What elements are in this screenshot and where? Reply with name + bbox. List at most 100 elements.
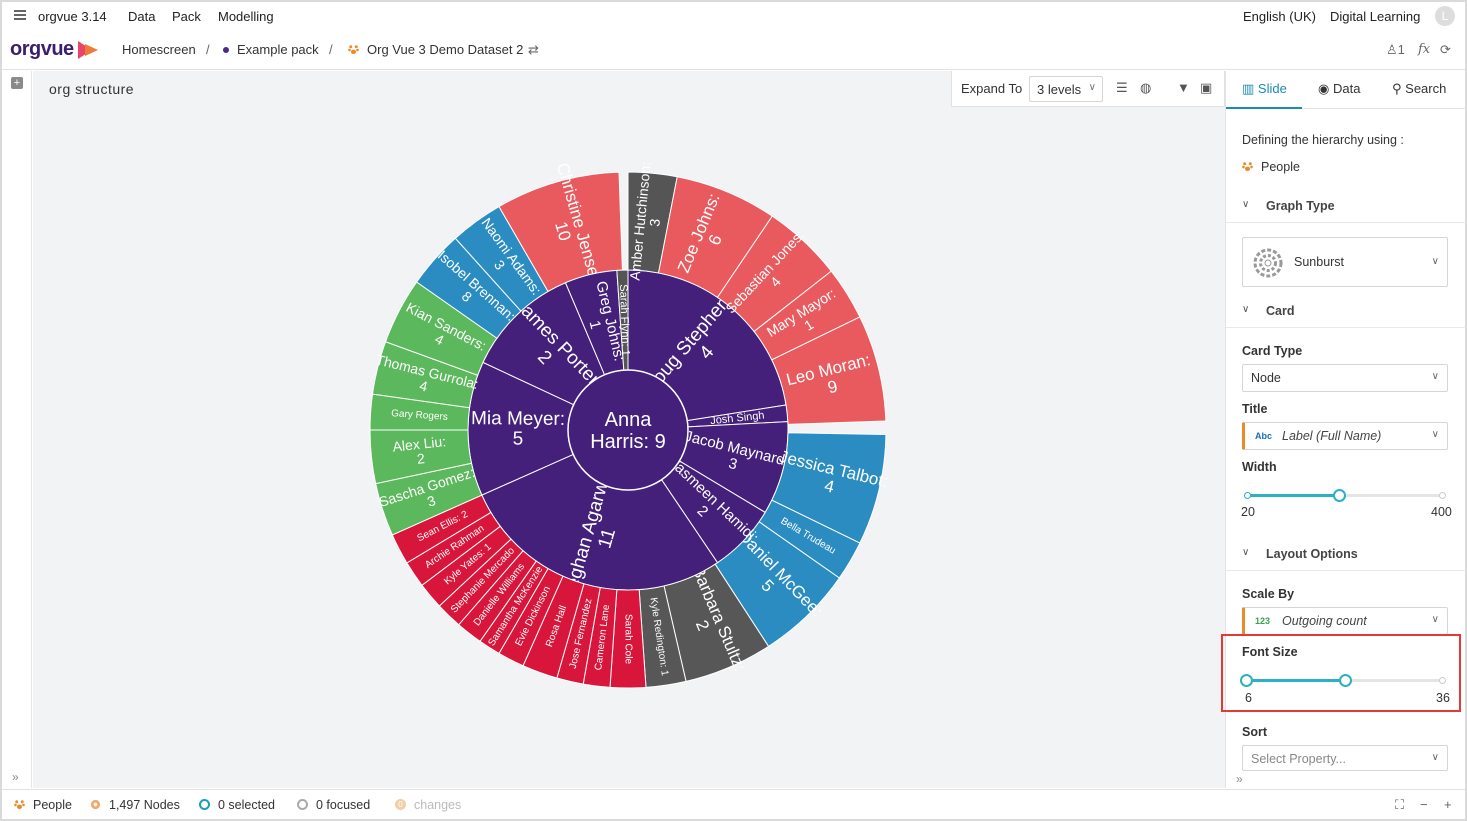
graph-type-section-label: Graph Type [1266,199,1335,213]
status-focused[interactable]: 0 focused [297,798,370,812]
chevron-down-icon: ∨ [1431,429,1439,440]
status-nodes: 1,497 Nodes [90,798,180,812]
graph-type-value: Sunburst [1294,255,1345,269]
card-type-value: Node [1251,371,1281,385]
fullscreen-icon[interactable]: ⛶ [1395,797,1404,813]
tab-data-label: Data [1332,81,1361,96]
scale-by-label: Scale By [1242,587,1295,601]
status-dataset[interactable]: People [14,798,72,812]
text-type-tag: Abc [1255,431,1273,441]
title-label: Title [1242,402,1268,416]
card-section-label: Card [1266,304,1295,318]
font-size-highlight-box [1221,634,1461,712]
menu-bar: orgvue 3.14 Data Pack Modelling English … [2,2,1465,30]
width-slider-min-dot [1244,492,1251,499]
chevron-down-icon: ∨ [1431,614,1439,625]
people-paw-icon [14,800,25,810]
tab-slide-label: Slide [1257,81,1287,96]
sync-icon[interactable]: ⟳ [1440,42,1451,58]
tab-slide[interactable]: ▥ Slide [1242,81,1287,97]
width-slider-handle[interactable] [1333,489,1346,502]
status-selected[interactable]: 0 selected [199,798,275,812]
card-type-select[interactable]: Node ∨ [1242,364,1448,392]
width-label: Width [1242,460,1277,474]
title-select[interactable]: Abc Label (Full Name) ∨ [1242,422,1448,450]
chevron-down-icon: ∨ [1242,199,1250,210]
header-bar: orgvue Homescreen / Example pack / Org V… [2,30,1465,70]
hierarchy-value-label: People [1261,160,1300,174]
tab-data[interactable]: ◉ Data [1318,81,1360,97]
width-slider-fill [1248,494,1341,497]
user-avatar[interactable]: L [1435,6,1455,26]
chevron-down-icon: ∨ [1431,752,1439,763]
orgvue-logo-mark-icon [78,41,98,59]
focused-ring-icon [297,799,308,811]
active-tab-indicator [1226,107,1302,109]
breadcrumb-separator: / [206,42,210,57]
title-value: Label (Full Name) [1282,429,1382,443]
user-count-icon[interactable]: ♙1 [1386,42,1405,58]
width-max-label: 400 [1431,505,1452,519]
add-panel-icon[interactable]: + [11,77,23,89]
status-bar: People 1,497 Nodes 0 selected 0 focused … [2,789,1465,819]
people-paw-icon [348,45,359,55]
breadcrumb-separator: / [329,42,333,57]
panel-tabs: ▥ Slide ◉ Data ⚲ Search [1226,71,1466,109]
card-type-label: Card Type [1242,344,1303,358]
breadcrumb-dataset[interactable]: Org Vue 3 Demo Dataset 2 [348,42,523,57]
hamburger-menu-icon[interactable] [12,8,28,22]
search-icon: ⚲ [1392,81,1402,96]
status-changes[interactable]: 0 changes [395,798,461,812]
nodes-icon [90,800,101,810]
left-rail: + » [2,71,32,788]
status-dataset-label: People [33,798,72,812]
menu-modelling[interactable]: Modelling [218,9,274,24]
breadcrumb-example-pack[interactable]: Example pack [223,42,319,57]
app-version-label: orgvue 3.14 [38,9,107,24]
status-changes-label: changes [414,798,462,812]
refresh-dataset-icon[interactable]: ⇄ [528,42,539,58]
language-selector[interactable]: English (UK) [1243,9,1316,24]
sunburst-label-level1: Sarah Flynn: 1 [617,284,631,356]
formula-fx-icon[interactable]: fx [1418,42,1430,57]
layout-options-section-label: Layout Options [1266,547,1358,561]
sort-select[interactable]: Select Property... ∨ [1242,745,1448,771]
menu-data[interactable]: Data [128,9,155,24]
sunburst-icon [1253,248,1283,278]
hierarchy-value[interactable]: People [1242,160,1300,174]
status-nodes-label: 1,497 Nodes [109,798,180,812]
width-min-label: 20 [1241,505,1255,519]
sort-placeholder: Select Property... [1251,752,1346,766]
zoom-in-icon[interactable]: + [1444,797,1452,812]
expand-right-icon[interactable]: » [1236,772,1243,786]
status-selected-label: 0 selected [218,798,275,812]
workspace-selector[interactable]: Digital Learning [1330,9,1420,24]
card-section[interactable]: ∨ Card [1226,296,1466,328]
number-type-tag: 123 [1255,616,1271,626]
people-paw-icon [1242,162,1253,172]
breadcrumb-dataset-label: Org Vue 3 Demo Dataset 2 [367,42,524,57]
sort-label: Sort [1242,725,1267,739]
width-slider-max-dot [1439,492,1446,499]
chevron-down-icon: ∨ [1242,304,1250,315]
breadcrumb-homescreen[interactable]: Homescreen [122,42,196,57]
sunburst-chart[interactable]: Doug Stephens:4Amber Hutchinson:3 Zoe Joh… [33,71,1225,788]
tab-search-label: Search [1405,81,1447,96]
chevron-down-icon: ∨ [1242,547,1250,558]
tab-search[interactable]: ⚲ Search [1392,81,1446,97]
orgvue-logo[interactable]: orgvue [10,38,74,61]
graph-type-select[interactable]: Sunburst ∨ [1242,237,1448,287]
changes-count-label: 0 [398,800,403,810]
user-count-label: 1 [1397,42,1405,57]
expand-left-icon[interactable]: » [12,770,19,784]
breadcrumb-pack-label: Example pack [237,42,319,57]
menu-pack[interactable]: Pack [172,9,201,24]
chevron-down-icon: ∨ [1431,371,1439,382]
selected-ring-icon [199,799,210,811]
scale-by-select[interactable]: 123 Outgoing count ∨ [1242,607,1448,635]
zoom-out-icon[interactable]: − [1420,797,1428,812]
graph-type-section[interactable]: ∨ Graph Type [1226,191,1466,223]
chart-canvas[interactable]: org structure Expand To 3 levels ∨ ☰ ◍ ▼… [33,71,1225,788]
chevron-down-icon: ∨ [1431,256,1439,267]
layout-options-section[interactable]: ∨ Layout Options [1226,539,1466,571]
